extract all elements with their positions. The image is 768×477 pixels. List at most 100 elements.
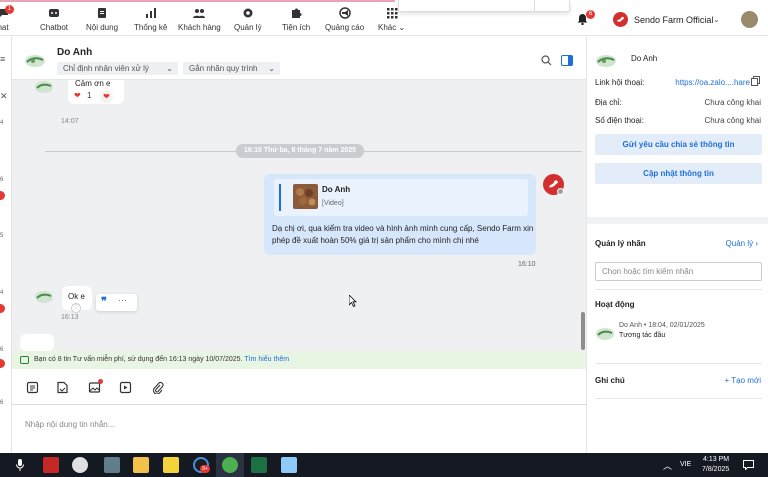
tags-section-title: Quản lý nhãn — [595, 239, 646, 248]
phone-value: Chưa công khai — [704, 116, 762, 125]
message-time: 16:10 — [518, 261, 536, 268]
top-navigation: hat 1 Chatbot Nội dung Thống kê Khách hà… — [0, 0, 768, 36]
top-popup — [398, 0, 570, 12]
nav-item-label: Chatbot — [40, 23, 69, 32]
contact-name: Do Anh — [57, 47, 93, 58]
nav-item-label: Nội dung — [86, 23, 119, 32]
account-logo[interactable] — [613, 12, 628, 27]
scrollbar-thumb[interactable] — [581, 312, 585, 350]
app-icon-2[interactable] — [72, 457, 88, 473]
nav-item-label: Khác ⌄ — [378, 23, 406, 32]
video-icon[interactable] — [119, 381, 132, 394]
contact-avatar — [595, 53, 617, 68]
account-name[interactable]: Sendo Farm Official — [634, 15, 713, 25]
search-icon[interactable] — [541, 55, 552, 68]
nav-item-utilities[interactable]: Tiện ích — [282, 6, 310, 32]
chrome-icon[interactable] — [222, 457, 238, 473]
more-icon[interactable]: ··· — [118, 295, 127, 305]
message-input[interactable]: Nhập nội dung tin nhắn... — [12, 405, 586, 453]
create-note-button[interactable]: + Tạo mới — [725, 376, 761, 385]
manage-tags-link[interactable]: Quản lý › — [726, 239, 758, 248]
list-number: 6 — [0, 347, 4, 353]
document-icon — [95, 6, 109, 20]
heart-reaction-button[interactable]: ♡ — [71, 303, 81, 313]
message-actions: ❞ ··· — [96, 294, 137, 311]
attachment-icon[interactable] — [151, 381, 164, 395]
filter-icon[interactable]: ≡ — [0, 54, 5, 64]
activity-time: 18:04, 02/01/2025 — [648, 322, 705, 329]
file-explorer-icon[interactable] — [133, 457, 149, 473]
unread-dot — [0, 359, 5, 368]
users-icon — [192, 6, 206, 20]
message-icon — [20, 356, 29, 364]
chevron-down-icon: ⌄ — [166, 64, 173, 73]
quote-type: [Video] — [322, 200, 344, 207]
list-number: 4 — [0, 290, 4, 296]
template-icon[interactable] — [26, 381, 39, 394]
composer-toolbar — [12, 369, 586, 405]
app-icon-9[interactable] — [281, 457, 297, 473]
activity-user: Do Anh — [619, 322, 642, 329]
chevron-up-icon[interactable]: ︿ — [663, 459, 672, 472]
nav-item-label: Tiện ích — [282, 23, 311, 32]
reaction-count: 1 — [87, 91, 92, 100]
quoted-message[interactable]: Do Anh [Video] — [274, 179, 528, 216]
sticky-notes-icon[interactable] — [163, 457, 179, 473]
notes-section-title: Ghi chú — [595, 376, 625, 385]
nav-item-label: hat — [0, 23, 9, 32]
list-number: 6 — [0, 400, 4, 406]
staff-mini-avatar — [557, 188, 564, 195]
user-avatar[interactable] — [741, 11, 758, 28]
conversation-list-edge: ≡ ✕ 4 6 5 4 6 6 — [0, 36, 12, 453]
nav-item-content[interactable]: Nội dung — [86, 6, 118, 32]
app-icon-1[interactable] — [43, 457, 59, 473]
learn-more-link[interactable]: Tìm hiểu thêm — [244, 356, 289, 363]
contact-avatar[interactable] — [24, 53, 46, 68]
copy-icon[interactable] — [751, 76, 760, 88]
file-message-icon[interactable] — [56, 381, 69, 394]
assign-staff-dropdown[interactable]: Chỉ định nhân viên xử lý ⌄ — [57, 62, 178, 75]
tag-process-dropdown[interactable]: Gắn nhãn quy trình ⌄ — [183, 62, 280, 75]
top-accent-bar — [0, 0, 395, 2]
nav-item-ads[interactable]: Quảng cáo — [325, 6, 364, 32]
sent-message-bubble[interactable]: Do Anh [Video] Dạ chị ơi, qua kiểm tra v… — [264, 174, 536, 255]
tag-search-field[interactable] — [596, 263, 761, 280]
tag-process-label: Gắn nhãn quy trình — [189, 64, 258, 73]
update-info-button[interactable]: Cập nhật thông tin — [595, 163, 762, 184]
nav-item-stats[interactable]: Thống kê — [134, 6, 167, 32]
received-message-bubble[interactable]: Cảm ơn e ❤ 1 ❤ — [68, 80, 124, 104]
divider — [595, 289, 762, 290]
clock-time[interactable]: 4:13 PM — [703, 456, 729, 463]
activity-meta: Do Anh • 18:04, 02/01/2025 — [619, 322, 705, 329]
notice-text: Bạn có 8 tin Tư vấn miễn phí, sử dụng đế… — [34, 356, 289, 363]
activity-avatar — [595, 327, 615, 341]
microphone-icon[interactable] — [16, 459, 24, 473]
quote-reply-icon[interactable]: ❞ — [101, 295, 107, 308]
excel-icon[interactable] — [251, 457, 267, 473]
nav-more-label: Khác — [378, 23, 397, 32]
list-number: 5 — [0, 233, 4, 239]
heart-reaction-button[interactable]: ❤ — [100, 90, 113, 103]
clock-date[interactable]: 7/8/2025 — [702, 466, 729, 473]
chevron-down-icon[interactable]: ⌄ — [713, 15, 720, 24]
message-text: Dạ chị ơi, qua kiểm tra video và hình ản… — [272, 224, 534, 245]
tag-search-input[interactable] — [595, 262, 762, 281]
contact-info-panel: Do Anh Link hội thoại: https://oa.zalo..… — [586, 36, 768, 453]
nav-item-manage[interactable]: Quản lý — [234, 6, 262, 32]
sender-avatar — [34, 80, 54, 94]
language-indicator[interactable]: VIE — [680, 461, 691, 468]
message-time: 16:13 — [61, 314, 79, 321]
list-number: 4 — [0, 120, 4, 126]
calculator-icon[interactable] — [104, 457, 120, 473]
nav-item-chatbot[interactable]: Chatbot — [40, 6, 68, 32]
notification-center-icon[interactable] — [743, 460, 754, 472]
conversation-link[interactable]: https://oa.zalo....hare — [675, 78, 750, 87]
request-share-info-button[interactable]: Gửi yêu cầu chia sẻ thông tin — [595, 134, 762, 155]
message-time: 14:07 — [61, 118, 79, 125]
nav-item-customers[interactable]: Khách hàng — [178, 6, 221, 32]
chatbot-icon — [47, 6, 61, 20]
close-icon[interactable]: ✕ — [0, 91, 8, 102]
received-message-bubble[interactable] — [20, 334, 54, 351]
side-panel-toggle-icon[interactable] — [561, 55, 573, 66]
image-icon[interactable] — [88, 379, 103, 394]
